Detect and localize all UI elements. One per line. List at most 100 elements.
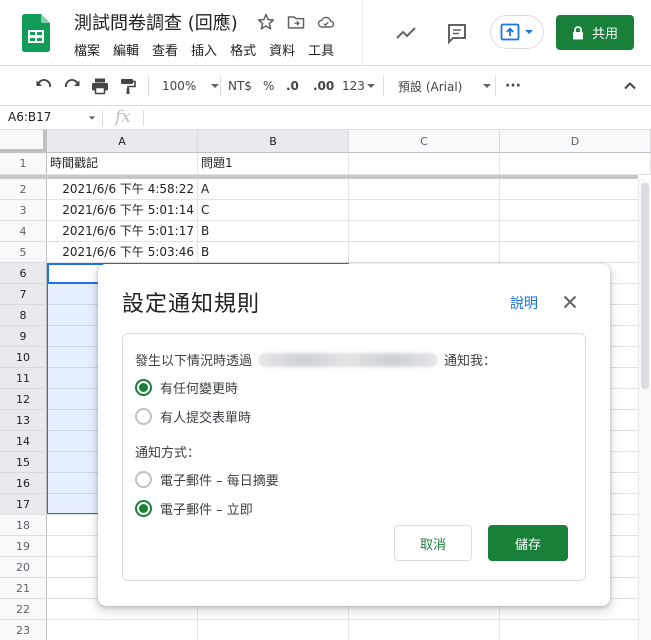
move-to-folder-icon[interactable] xyxy=(286,12,306,32)
row-header[interactable]: 2 xyxy=(0,179,47,200)
grid-cell[interactable] xyxy=(500,242,651,263)
close-button[interactable] xyxy=(558,290,582,314)
grid-cell[interactable] xyxy=(349,242,500,263)
decrease-decimal-button[interactable]: .0 xyxy=(286,74,299,98)
cell-b1[interactable]: 問題1 xyxy=(198,153,349,175)
row-header[interactable]: 12 xyxy=(0,389,47,410)
row-header[interactable]: 14 xyxy=(0,431,47,452)
chevron-down-icon xyxy=(366,84,375,88)
cell-b4[interactable]: B xyxy=(198,221,349,242)
row-header[interactable]: 17 xyxy=(0,494,47,515)
cell-a4[interactable]: 2021/6/6 下午 5:01:17 xyxy=(47,221,198,242)
number-format-select[interactable]: 123 xyxy=(342,74,376,98)
cancel-button[interactable]: 取消 xyxy=(394,525,472,561)
print-button[interactable] xyxy=(90,74,110,98)
document-title[interactable]: 測試問卷調查 (回應) xyxy=(74,9,238,35)
percent-format-button[interactable]: % xyxy=(263,74,274,98)
paint-format-button[interactable] xyxy=(118,74,138,98)
row-header[interactable]: 7 xyxy=(0,284,47,305)
radio-checked-icon[interactable] xyxy=(135,379,152,396)
share-button[interactable]: 共用 xyxy=(556,15,634,50)
zoom-select[interactable]: 100% xyxy=(162,74,220,98)
cell-b3[interactable]: C xyxy=(198,200,349,221)
undo-button[interactable] xyxy=(34,74,54,98)
cell-a2[interactable]: 2021/6/6 下午 4:58:22 xyxy=(47,179,198,200)
select-all-corner[interactable] xyxy=(0,130,47,153)
scrollbar-thumb[interactable] xyxy=(641,183,649,389)
menu-tools[interactable]: 工具 xyxy=(308,40,340,59)
sheets-logo-icon[interactable] xyxy=(22,14,50,52)
comments-button[interactable] xyxy=(444,20,470,46)
method-option-immediate[interactable]: 電子郵件 – 立即 xyxy=(135,499,253,518)
cloud-saved-icon[interactable] xyxy=(316,12,336,32)
row-header[interactable]: 20 xyxy=(0,557,47,578)
row-header[interactable]: 3 xyxy=(0,200,47,221)
trigger-option-form-submit[interactable]: 有人提交表單時 xyxy=(135,407,251,426)
trending-icon xyxy=(396,27,416,39)
column-header-a[interactable]: A xyxy=(47,130,198,153)
row-header[interactable]: 10 xyxy=(0,347,47,368)
method-option-daily-digest[interactable]: 電子郵件 – 每日摘要 xyxy=(135,470,279,489)
menu-data[interactable]: 資料 xyxy=(269,40,301,59)
row-header[interactable]: 13 xyxy=(0,410,47,431)
grid-cell[interactable] xyxy=(349,200,500,221)
font-family-select[interactable]: 預設 (Arial) xyxy=(398,74,492,98)
cell-b5[interactable]: B xyxy=(198,242,349,263)
collapse-menus-button[interactable] xyxy=(622,74,638,98)
increase-decimal-button[interactable]: .00 xyxy=(313,74,334,98)
row-header[interactable]: 21 xyxy=(0,578,47,599)
grid-cell[interactable] xyxy=(500,221,651,242)
chevron-down-icon[interactable] xyxy=(88,114,96,122)
grid-cell[interactable] xyxy=(500,200,651,221)
column-header-c[interactable]: C xyxy=(349,130,500,153)
cell-a5[interactable]: 2021/6/6 下午 5:03:46 xyxy=(47,242,198,263)
row-header[interactable]: 16 xyxy=(0,473,47,494)
grid-cell[interactable] xyxy=(349,179,500,200)
menu-edit[interactable]: 編輯 xyxy=(113,40,145,59)
help-link[interactable]: 說明 xyxy=(510,293,538,313)
name-box[interactable]: A6:B17 xyxy=(8,110,51,124)
cell-a1[interactable]: 時間戳記 xyxy=(47,153,198,175)
row-header[interactable]: 15 xyxy=(0,452,47,473)
present-button[interactable] xyxy=(490,15,544,49)
rule-settings-panel: 發生以下情況時透過 通知我： 有任何變更時 有人提交表單時 通知方式： 電子郵件… xyxy=(122,333,586,581)
radio-checked-icon[interactable] xyxy=(135,500,152,517)
save-button[interactable]: 儲存 xyxy=(488,525,568,561)
row-header[interactable]: 1 xyxy=(0,153,47,175)
redo-button[interactable] xyxy=(62,74,82,98)
grid-cell[interactable] xyxy=(198,620,349,640)
trigger-option-any-change[interactable]: 有任何變更時 xyxy=(135,378,238,397)
currency-format-button[interactable]: NT$ xyxy=(228,74,252,98)
percent-label: % xyxy=(263,79,275,93)
grid-cell[interactable] xyxy=(349,620,500,640)
grid-cell[interactable] xyxy=(500,179,651,200)
row-header[interactable]: 11 xyxy=(0,368,47,389)
radio-unchecked-icon[interactable] xyxy=(135,471,152,488)
row-header[interactable]: 6 xyxy=(0,263,47,284)
menu-format[interactable]: 格式 xyxy=(230,40,262,59)
row-header[interactable]: 22 xyxy=(0,599,47,620)
menu-file[interactable]: 檔案 xyxy=(74,40,106,59)
grid-cell[interactable] xyxy=(47,620,198,640)
menu-view[interactable]: 查看 xyxy=(152,40,184,59)
column-header-d[interactable]: D xyxy=(500,130,651,153)
star-icon[interactable] xyxy=(256,12,276,32)
cell-a3[interactable]: 2021/6/6 下午 5:01:14 xyxy=(47,200,198,221)
grid-cell[interactable] xyxy=(500,620,651,640)
row-header[interactable]: 19 xyxy=(0,536,47,557)
row-header[interactable]: 4 xyxy=(0,221,47,242)
cell-d1[interactable] xyxy=(500,153,651,175)
row-header[interactable]: 18 xyxy=(0,515,47,536)
radio-unchecked-icon[interactable] xyxy=(135,408,152,425)
column-header-b[interactable]: B xyxy=(198,130,349,153)
explore-button[interactable] xyxy=(393,20,419,46)
cell-c1[interactable] xyxy=(349,153,500,175)
grid-cell[interactable] xyxy=(349,221,500,242)
row-header[interactable]: 5 xyxy=(0,242,47,263)
menu-insert[interactable]: 插入 xyxy=(191,40,223,59)
row-header[interactable]: 9 xyxy=(0,326,47,347)
row-header[interactable]: 8 xyxy=(0,305,47,326)
more-button[interactable]: ··· xyxy=(505,74,521,98)
row-header[interactable]: 23 xyxy=(0,620,47,640)
cell-b2[interactable]: A xyxy=(198,179,349,200)
